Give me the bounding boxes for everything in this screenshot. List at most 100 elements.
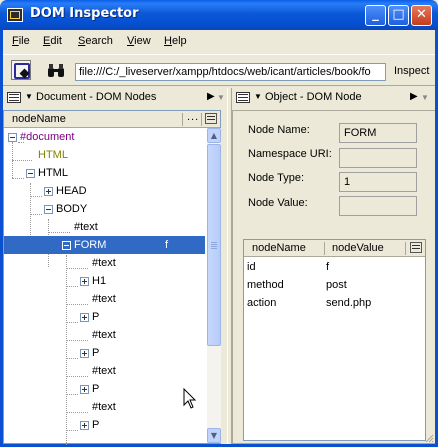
menu-search[interactable]: Search [78,35,113,47]
tree-node-label: P [92,383,100,395]
namespace-uri-field[interactable] [339,148,417,168]
tree-node[interactable]: FORM f [4,236,205,254]
tree-node-label: #text [92,293,116,305]
tree-node[interactable]: #text [4,362,205,380]
tree-node-label: #document [20,131,75,143]
tree-node-label: #text [92,401,116,413]
tree-node-label: P [92,419,100,431]
close-button[interactable]: ✕ [411,5,432,26]
tree-node[interactable]: #text [4,290,205,308]
tree-node-label: FORM [74,239,107,251]
tree-node-label: BODY [56,203,88,215]
table-row[interactable]: method post [244,276,425,294]
toolbar: file:///C:/_liveserver/xampp/htdocs/web/… [3,54,435,86]
url-input[interactable]: file:///C:/_liveserver/xampp/htdocs/web/… [75,63,386,81]
expand-icon[interactable] [80,421,89,430]
table-row[interactable]: id f [244,258,425,276]
right-panel-header: ▼ Object - DOM Node ▶ ▼ [232,88,435,107]
collapse-icon[interactable] [8,133,17,142]
column-more[interactable]: ... [187,111,199,123]
dropdown-arrow-icon[interactable]: ▼ [25,92,33,101]
tree-node[interactable]: P [4,308,205,326]
expand-icon[interactable] [80,313,89,322]
menu-edit[interactable]: Edit [43,35,62,47]
menu-file[interactable]: File [12,35,30,47]
more-arrow-icon[interactable]: ▼ [217,93,225,102]
column-nodevalue[interactable]: nodeValue [332,242,384,254]
minimize-button[interactable]: _ [365,5,386,26]
panel-menu-icon[interactable] [236,92,250,103]
tree-node-label: P [92,311,100,323]
dropdown-arrow-icon[interactable]: ▼ [254,92,262,101]
tree-node[interactable]: HEAD [4,182,205,200]
attr-value: post [326,279,347,291]
attributes-header: nodeName nodeValue [244,240,425,257]
inspect-element-icon[interactable] [11,60,31,80]
node-name-label: Node Name: [248,124,310,136]
more-arrow-icon[interactable]: ▼ [421,93,429,102]
tree-node[interactable]: HTML [4,164,205,182]
binoculars-icon[interactable] [47,64,65,78]
tree-vertical-scrollbar[interactable]: ▲ ▼ [207,128,221,443]
tree-node[interactable]: P [4,380,205,398]
tree-node[interactable]: #document [4,128,205,146]
expand-icon[interactable] [80,277,89,286]
expand-icon[interactable] [44,187,53,196]
tree-node[interactable]: P [4,416,205,434]
collapse-icon[interactable] [44,205,53,214]
tree-node-label: H1 [92,275,107,287]
column-picker-icon[interactable] [205,113,217,124]
expand-icon[interactable] [80,385,89,394]
next-arrow-icon[interactable]: ▶ [207,91,215,102]
expand-icon[interactable] [80,349,89,358]
tree-node[interactable]: BODY [4,200,205,218]
tree-node-label: HEAD [56,185,87,197]
tree-column-header: nodeName ... [4,111,220,128]
tree-node-label: #text [92,257,116,269]
maximize-button[interactable]: □ [388,5,409,26]
node-type-field[interactable]: 1 [339,172,417,192]
attr-name: action [247,297,277,309]
tree-node[interactable]: HTML [4,146,205,164]
attributes-table[interactable]: nodeName nodeValue id f method post acti… [243,239,426,441]
attr-value: send.php [326,297,372,309]
table-row[interactable]: action send.php [244,294,425,312]
node-properties: Node Name: FORM Namespace URI: Node Type… [232,110,435,444]
scroll-thumb[interactable] [207,144,221,346]
right-panel-title[interactable]: Object - DOM Node [265,91,362,103]
tree-node-id: f [165,239,169,251]
tree-node[interactable]: #text [4,398,205,416]
scroll-down-button[interactable]: ▼ [207,428,221,443]
next-arrow-icon[interactable]: ▶ [410,91,418,102]
column-nodename[interactable]: nodeName [12,113,66,125]
column-nodename[interactable]: nodeName [252,242,306,254]
tree-node[interactable]: #text [4,326,205,344]
namespace-uri-label: Namespace URI: [248,148,332,160]
tree-node-label: #text [92,329,116,341]
menu-view[interactable]: View [127,35,151,47]
tree-node[interactable]: H1 [4,272,205,290]
attr-value: f [326,261,330,273]
tree-node-label: #text [74,221,98,233]
collapse-icon[interactable] [26,169,35,178]
tree-node-label: HTML [38,167,68,179]
title-bar[interactable]: DOM Inspector _ □ ✕ [0,0,438,30]
node-name-field[interactable]: FORM [339,123,417,143]
tree-node-label: P [92,347,100,359]
panel-menu-icon[interactable] [7,92,21,103]
attr-name: method [247,279,284,291]
inspect-button[interactable]: Inspect [394,65,429,77]
resize-grip-icon[interactable] [424,433,434,443]
menu-bar: File Edit Search View Help [3,30,435,52]
left-panel-title[interactable]: Document - DOM Nodes [36,91,156,103]
collapse-icon[interactable] [62,241,71,250]
tree-node-label: #text [92,365,116,377]
node-value-label: Node Value: [248,197,308,209]
tree-node[interactable]: P [4,344,205,362]
column-picker-icon[interactable] [410,242,422,253]
node-value-field[interactable] [339,196,417,216]
scroll-up-button[interactable]: ▲ [207,128,221,143]
tree-node[interactable]: #text [4,218,205,236]
menu-help[interactable]: Help [164,35,187,47]
tree-node[interactable]: #text [4,254,205,272]
